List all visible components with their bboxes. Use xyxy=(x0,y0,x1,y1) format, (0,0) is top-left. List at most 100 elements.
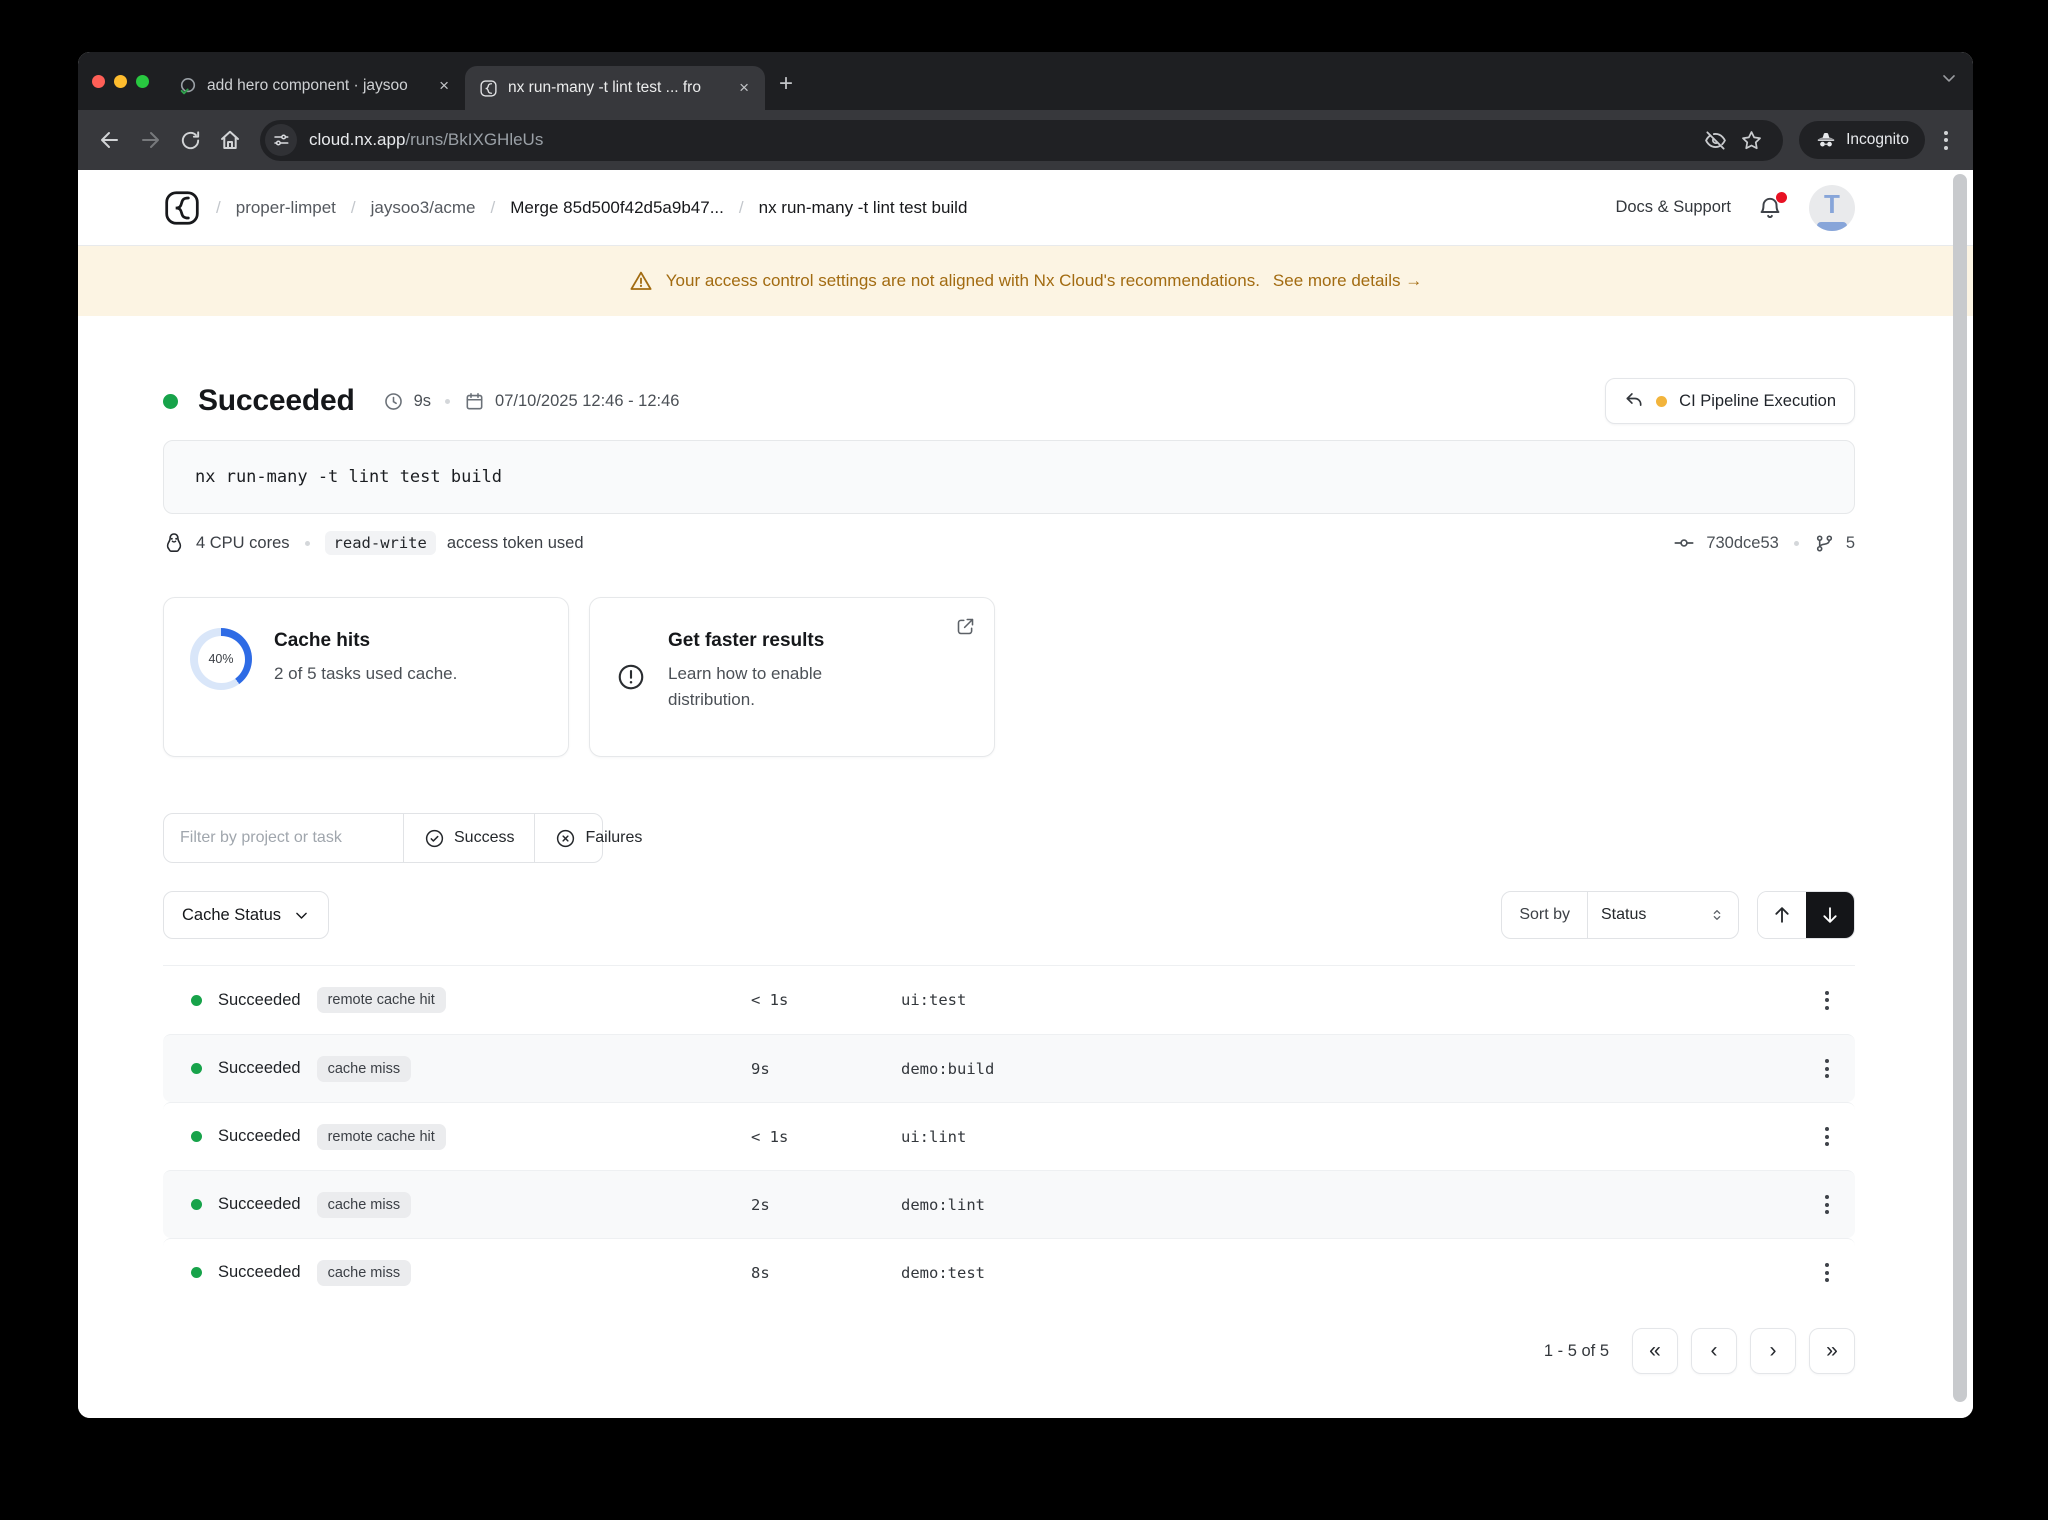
row-status-dot xyxy=(191,1063,202,1074)
address-bar[interactable]: cloud.nx.app/runs/BkIXGHleUs xyxy=(260,119,1784,161)
first-page-button[interactable]: « xyxy=(1632,1328,1678,1374)
notification-dot xyxy=(1776,191,1787,203)
sort-field-select[interactable]: Status xyxy=(1588,892,1738,938)
bookmark-star-icon[interactable] xyxy=(1733,122,1769,158)
sort-descending-button[interactable] xyxy=(1806,892,1854,938)
banner-see-more-link[interactable]: See more details → xyxy=(1273,271,1422,291)
row-status: Succeeded xyxy=(218,1195,301,1213)
table-row[interactable]: Succeeded remote cache hit < 1s ui:lint xyxy=(163,1102,1855,1170)
dot-separator xyxy=(304,540,310,546)
row-menu-button[interactable] xyxy=(1817,983,1837,1018)
row-duration: 9s xyxy=(751,1059,770,1078)
github-check-favicon xyxy=(179,77,197,95)
row-menu-button[interactable] xyxy=(1817,1187,1837,1222)
breadcrumb: / proper-limpet / jaysoo3/acme / Merge 8… xyxy=(201,198,967,218)
previous-page-button[interactable]: ‹ xyxy=(1691,1328,1737,1374)
close-window-button[interactable] xyxy=(92,74,105,88)
breadcrumb-workspace[interactable]: proper-limpet xyxy=(236,198,336,218)
row-status: Succeeded xyxy=(218,1127,301,1145)
notifications-bell-icon[interactable] xyxy=(1757,191,1787,221)
commit-sha[interactable]: 730dce53 xyxy=(1706,534,1779,553)
cache-percent: 40% xyxy=(197,635,245,683)
faster-card-body: Learn how to enable distribution. xyxy=(668,664,823,710)
external-link-icon[interactable] xyxy=(955,616,976,637)
app-header: / proper-limpet / jaysoo3/acme / Merge 8… xyxy=(78,170,1973,246)
browser-toolbar: cloud.nx.app/runs/BkIXGHleUs Incognito xyxy=(78,110,1973,170)
sort-direction-toggle xyxy=(1757,891,1855,939)
row-task: demo:test xyxy=(901,1263,985,1282)
cache-badge: remote cache hit xyxy=(316,1123,446,1150)
ci-pipeline-execution-button[interactable]: CI Pipeline Execution xyxy=(1605,378,1855,424)
tab-title: nx run-many -t lint test ... fro xyxy=(508,79,701,96)
table-row[interactable]: Succeeded remote cache hit < 1s ui:test xyxy=(163,966,1855,1034)
breadcrumb-commit[interactable]: Merge 85d500f42d5a9b47... xyxy=(510,198,724,218)
x-circle-icon xyxy=(555,828,576,849)
avatar-shoulders xyxy=(1817,221,1847,231)
reload-button[interactable] xyxy=(170,120,210,160)
home-button[interactable] xyxy=(210,120,250,160)
tab-nx-run[interactable]: nx run-many -t lint test ... fro × xyxy=(465,66,765,110)
breadcrumb-repo[interactable]: jaysoo3/acme xyxy=(371,198,476,218)
pagination: 1 - 5 of 5 « ‹ › » xyxy=(163,1328,1855,1374)
row-task: demo:build xyxy=(901,1059,995,1078)
faster-results-card[interactable]: Get faster results Learn how to enable d… xyxy=(589,597,995,757)
row-menu-button[interactable] xyxy=(1817,1051,1837,1086)
incognito-icon xyxy=(1815,129,1837,151)
last-page-button[interactable]: » xyxy=(1809,1328,1855,1374)
table-row[interactable]: Succeeded cache miss 8s demo:test xyxy=(163,1238,1855,1306)
nx-cloud-logo[interactable] xyxy=(163,189,201,227)
row-menu-button[interactable] xyxy=(1817,1119,1837,1154)
zoom-window-button[interactable] xyxy=(136,74,149,88)
table-row[interactable]: Succeeded cache miss 9s demo:build xyxy=(163,1034,1855,1102)
tab-search-chevron-icon[interactable] xyxy=(1939,68,1959,88)
run-meta-row: 4 CPU cores read-write access token used… xyxy=(163,531,1855,555)
incognito-badge: Incognito xyxy=(1799,121,1925,159)
run-command: nx run-many -t lint test build xyxy=(163,440,1855,514)
cache-status-dropdown[interactable]: Cache Status xyxy=(163,891,330,939)
row-menu-button[interactable] xyxy=(1817,1255,1837,1290)
tab-title: add hero component · jaysoo xyxy=(207,77,408,94)
banner-message: Your access control settings are not ali… xyxy=(665,271,1260,290)
close-tab-icon[interactable]: × xyxy=(735,78,753,98)
sort-value: Status xyxy=(1601,906,1647,923)
access-token-pill: read-write xyxy=(324,531,436,555)
row-task: ui:test xyxy=(901,991,967,1009)
run-date-range: 07/10/2025 12:46 - 12:46 xyxy=(495,391,680,410)
browser-menu-button[interactable] xyxy=(1931,125,1961,156)
success-label: Success xyxy=(454,829,515,846)
run-summary: Succeeded 9s 07/10/2025 12:46 - 12:46 CI… xyxy=(163,378,1855,424)
minimize-window-button[interactable] xyxy=(114,74,127,88)
site-settings-icon[interactable] xyxy=(265,124,297,156)
page-scrollbar[interactable] xyxy=(1953,174,1967,1402)
eye-off-icon[interactable] xyxy=(1697,122,1733,158)
back-button[interactable] xyxy=(90,120,130,160)
docs-support-link[interactable]: Docs & Support xyxy=(1615,198,1731,217)
filter-success-button[interactable]: Success xyxy=(403,814,534,862)
warning-triangle-icon xyxy=(629,269,653,293)
user-avatar[interactable]: T xyxy=(1809,184,1855,231)
url-path: /runs/BkIXGHleUs xyxy=(405,130,544,149)
next-page-button[interactable]: › xyxy=(1750,1328,1796,1374)
table-row[interactable]: Succeeded cache miss 2s demo:lint xyxy=(163,1170,1855,1238)
browser-window: add hero component · jaysoo × nx run-man… xyxy=(78,52,1973,1418)
close-tab-icon[interactable]: × xyxy=(435,76,453,96)
filter-input[interactable] xyxy=(164,814,403,862)
forward-button[interactable] xyxy=(130,120,170,160)
tab-pull-request[interactable]: add hero component · jaysoo × xyxy=(165,52,465,110)
dot-separator xyxy=(445,398,451,404)
row-status-dot xyxy=(191,1267,202,1278)
filter-failures-button[interactable]: Failures xyxy=(534,814,662,862)
sort-ascending-button[interactable] xyxy=(1758,892,1806,938)
cache-hits-card: 40% Cache hits 2 of 5 tasks used cache. xyxy=(163,597,569,757)
chevron-down-icon xyxy=(293,907,310,924)
commit-icon xyxy=(1673,532,1695,554)
breadcrumb-run[interactable]: nx run-many -t lint test build xyxy=(759,198,968,218)
url-host: cloud.nx.app xyxy=(309,130,406,149)
undo-icon xyxy=(1624,391,1644,411)
cache-card-subtitle: 2 of 5 tasks used cache. xyxy=(274,664,458,683)
branch-icon xyxy=(1814,533,1835,554)
avatar-letter: T xyxy=(1824,189,1840,219)
breadcrumb-separator: / xyxy=(738,197,744,217)
calendar-icon xyxy=(464,391,485,412)
new-tab-button[interactable]: + xyxy=(765,70,811,110)
